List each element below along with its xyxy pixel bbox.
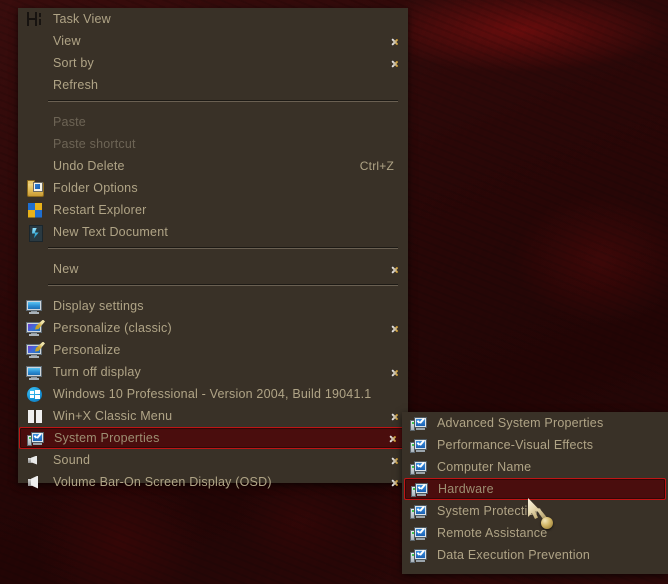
submenu-item-system-protection[interactable]: System Protection (402, 500, 668, 522)
menu-item-display-settings[interactable]: Display settings (18, 295, 408, 317)
text-document-icon (26, 224, 44, 242)
system-properties-icon (411, 481, 429, 498)
submenu-item-data-execution-prevention[interactable]: Data Execution Prevention (402, 544, 668, 566)
menu-item-personalize-classic[interactable]: Personalize (classic) (18, 317, 408, 339)
panes-icon (26, 408, 44, 425)
system-properties-icon (410, 459, 428, 476)
task-view-icon (26, 11, 44, 28)
menu-item-undo-delete[interactable]: Undo Delete Ctrl+Z (18, 155, 408, 177)
menu-item-task-view[interactable]: Task View (18, 8, 408, 30)
system-properties-icon (410, 547, 428, 564)
menu-item-label: Data Execution Prevention (437, 548, 591, 562)
menu-item-label: View (53, 34, 81, 48)
submenu-item-performance-visual-effects[interactable]: Performance-Visual Effects (402, 434, 668, 456)
submenu-item-computer-name[interactable]: Computer Name (402, 456, 668, 478)
chevron-right-icon (390, 454, 402, 467)
shield-icon (26, 202, 44, 219)
monitor-icon (26, 364, 44, 381)
menu-item-shortcut: Ctrl+Z (359, 159, 394, 173)
menu-item-label: Sound (53, 453, 91, 467)
menu-item-label: Folder Options (53, 181, 138, 195)
chevron-right-icon (390, 366, 402, 379)
chevron-right-icon (388, 432, 400, 445)
desktop-context-menu[interactable]: Task View View Sort by Refresh Paste Paste sh… (18, 8, 408, 489)
menu-separator (18, 247, 408, 258)
system-properties-icon (410, 437, 428, 454)
menu-item-label: New (53, 262, 79, 276)
menu-item-label: Performance-Visual Effects (437, 438, 594, 452)
menu-item-sound[interactable]: Sound (18, 449, 408, 471)
menu-item-label: Windows 10 Professional - Version 2004, … (53, 387, 372, 401)
menu-item-label: Remote Assistance (437, 526, 548, 540)
menu-item-turn-off-display[interactable]: Turn off display (18, 361, 408, 383)
menu-item-folder-options[interactable]: Folder Options (18, 177, 408, 199)
menu-item-label: Undo Delete (53, 159, 125, 173)
system-properties-icon (410, 415, 428, 432)
system-properties-icon (410, 503, 428, 520)
menu-item-label: Paste shortcut (53, 137, 136, 151)
menu-item-label: Win+X Classic Menu (53, 409, 173, 423)
submenu-item-hardware[interactable]: Hardware (404, 478, 666, 500)
personalize-icon (26, 341, 45, 359)
system-properties-icon (27, 430, 45, 447)
speaker-loud-icon (26, 474, 44, 491)
submenu-item-remote-assistance[interactable]: Remote Assistance (402, 522, 668, 544)
menu-item-label: Personalize (classic) (53, 321, 172, 335)
menu-item-label: Display settings (53, 299, 144, 313)
menu-item-view[interactable]: View (18, 30, 408, 52)
menu-item-label: Task View (53, 12, 111, 26)
menu-separator (18, 100, 408, 111)
menu-item-sort-by[interactable]: Sort by (18, 52, 408, 74)
menu-item-paste-shortcut: Paste shortcut (18, 133, 408, 155)
chevron-right-icon (390, 263, 402, 276)
system-properties-icon (410, 525, 428, 542)
windows-logo-icon (26, 386, 44, 403)
chevron-right-icon (390, 476, 402, 489)
folder-options-icon (26, 179, 44, 197)
menu-item-label: Refresh (53, 78, 99, 92)
personalize-icon (26, 319, 45, 337)
menu-item-win-x-classic-menu[interactable]: Win+X Classic Menu (18, 405, 408, 427)
menu-item-new[interactable]: New (18, 258, 408, 280)
menu-item-label: System Properties (54, 431, 160, 445)
system-properties-submenu[interactable]: Advanced System Properties Performance-Vi… (402, 412, 668, 574)
chevron-right-icon (390, 410, 402, 423)
monitor-icon (26, 298, 44, 315)
menu-item-label: Turn off display (53, 365, 141, 379)
menu-item-volume-bar-on-screen-display-osd[interactable]: Volume Bar-On Screen Display (OSD) (18, 471, 408, 493)
menu-item-new-text-document[interactable]: New Text Document (18, 221, 408, 243)
menu-item-label: Hardware (438, 482, 494, 496)
menu-separator (18, 284, 408, 295)
menu-item-paste: Paste (18, 111, 408, 133)
menu-item-label: New Text Document (53, 225, 169, 239)
chevron-right-icon (390, 35, 402, 48)
menu-item-label: Sort by (53, 56, 94, 70)
menu-item-windows-10-professional-version-2004-build[interactable]: Windows 10 Professional - Version 2004, … (18, 383, 408, 405)
submenu-item-advanced-system-properties[interactable]: Advanced System Properties (402, 412, 668, 434)
menu-item-label: Advanced System Properties (437, 416, 604, 430)
menu-item-label: Restart Explorer (53, 203, 147, 217)
chevron-right-icon (390, 57, 402, 70)
chevron-right-icon (390, 322, 402, 335)
speaker-small-icon (26, 452, 44, 469)
menu-item-label: System Protection (437, 504, 542, 518)
menu-item-label: Paste (53, 115, 86, 129)
menu-item-label: Computer Name (437, 460, 532, 474)
menu-item-system-properties[interactable]: System Properties (19, 427, 407, 449)
menu-item-label: Volume Bar-On Screen Display (OSD) (53, 475, 272, 489)
menu-item-label: Personalize (53, 343, 121, 357)
menu-item-refresh[interactable]: Refresh (18, 74, 408, 96)
menu-item-restart-explorer[interactable]: Restart Explorer (18, 199, 408, 221)
menu-item-personalize[interactable]: Personalize (18, 339, 408, 361)
